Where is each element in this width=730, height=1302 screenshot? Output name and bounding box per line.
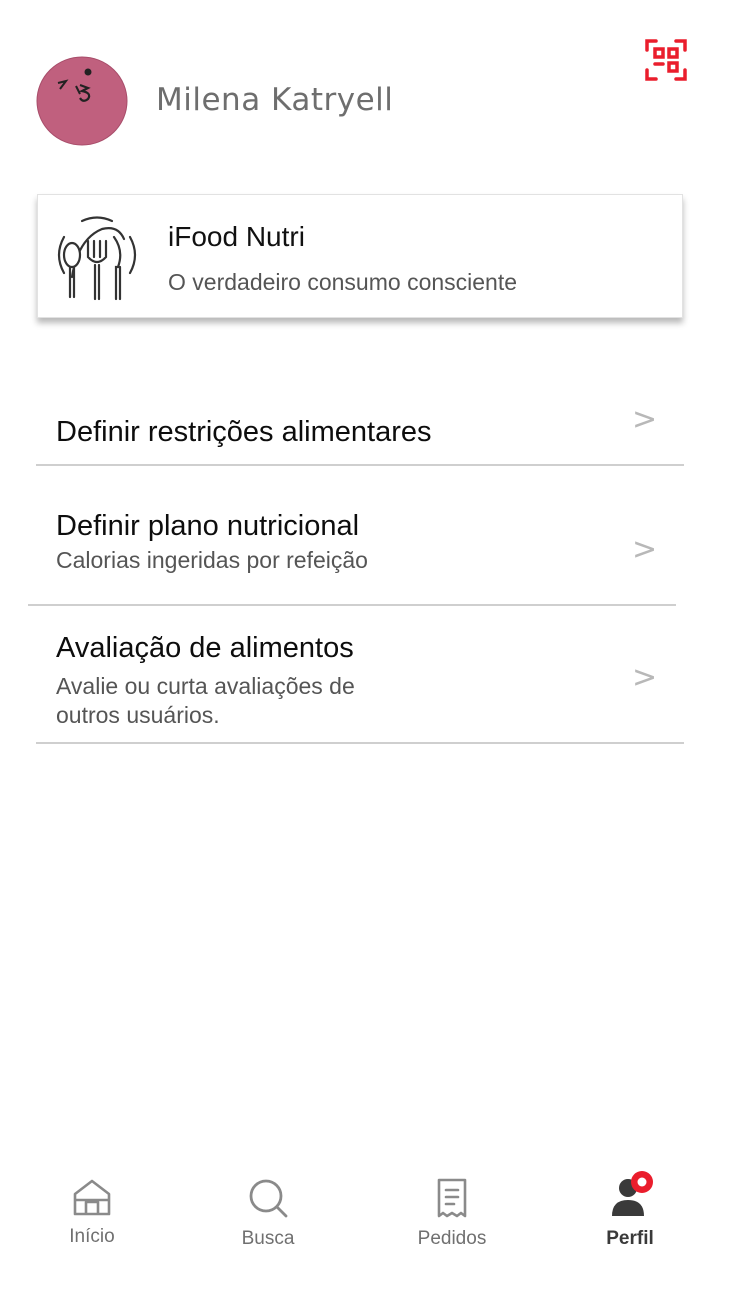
chevron-right-icon: > [632, 532, 658, 567]
card-title: iFood Nutri [168, 221, 305, 252]
nav-pedidos[interactable]: Pedidos [392, 1168, 512, 1268]
nav-perfil[interactable]: Perfil [570, 1168, 690, 1268]
nav-label: Pedidos [417, 1228, 487, 1249]
menu-item-title: Definir restrições alimentares [56, 416, 432, 448]
divider [36, 742, 684, 744]
user-name: Milena Katryell [156, 82, 394, 118]
ifood-nutri-card[interactable]: iFood Nutri O verdadeiro consumo conscie… [37, 194, 683, 318]
profile-icon [608, 1170, 660, 1222]
menu-item-title: Avaliação de alimentos [56, 632, 354, 664]
receipt-icon [430, 1176, 474, 1220]
search-icon [246, 1176, 290, 1220]
qr-code-scanner-icon[interactable] [644, 38, 688, 82]
menu-item-restricoes[interactable]: Definir restrições alimentares > [0, 380, 730, 468]
home-icon [70, 1176, 114, 1220]
nav-label: Busca [241, 1228, 295, 1249]
menu-item-title: Definir plano nutricional [56, 510, 360, 542]
menu-item-subtitle: Avalie ou curta avaliações de outros usu… [56, 673, 355, 728]
nav-inicio[interactable]: Início [32, 1168, 152, 1268]
card-subtitle: O verdadeiro consumo consciente [168, 269, 518, 295]
chevron-right-icon: > [632, 402, 658, 437]
nav-busca[interactable]: Busca [208, 1168, 328, 1268]
menu-item-subtitle: Calorias ingeridas por refeição [56, 547, 368, 573]
divider [36, 464, 684, 466]
chevron-right-icon: > [632, 660, 658, 695]
avatar[interactable] [36, 56, 128, 146]
menu-item-avaliacao-alimentos[interactable]: Avaliação de alimentos Avalie ou curta a… [0, 622, 730, 744]
plate-fork-knife-spoon-icon [52, 211, 142, 303]
nav-label: Perfil [606, 1228, 654, 1249]
menu-item-plano-nutricional[interactable]: Definir plano nutricional Calorias inger… [0, 500, 730, 606]
nav-label: Início [69, 1226, 115, 1247]
divider [28, 604, 676, 606]
